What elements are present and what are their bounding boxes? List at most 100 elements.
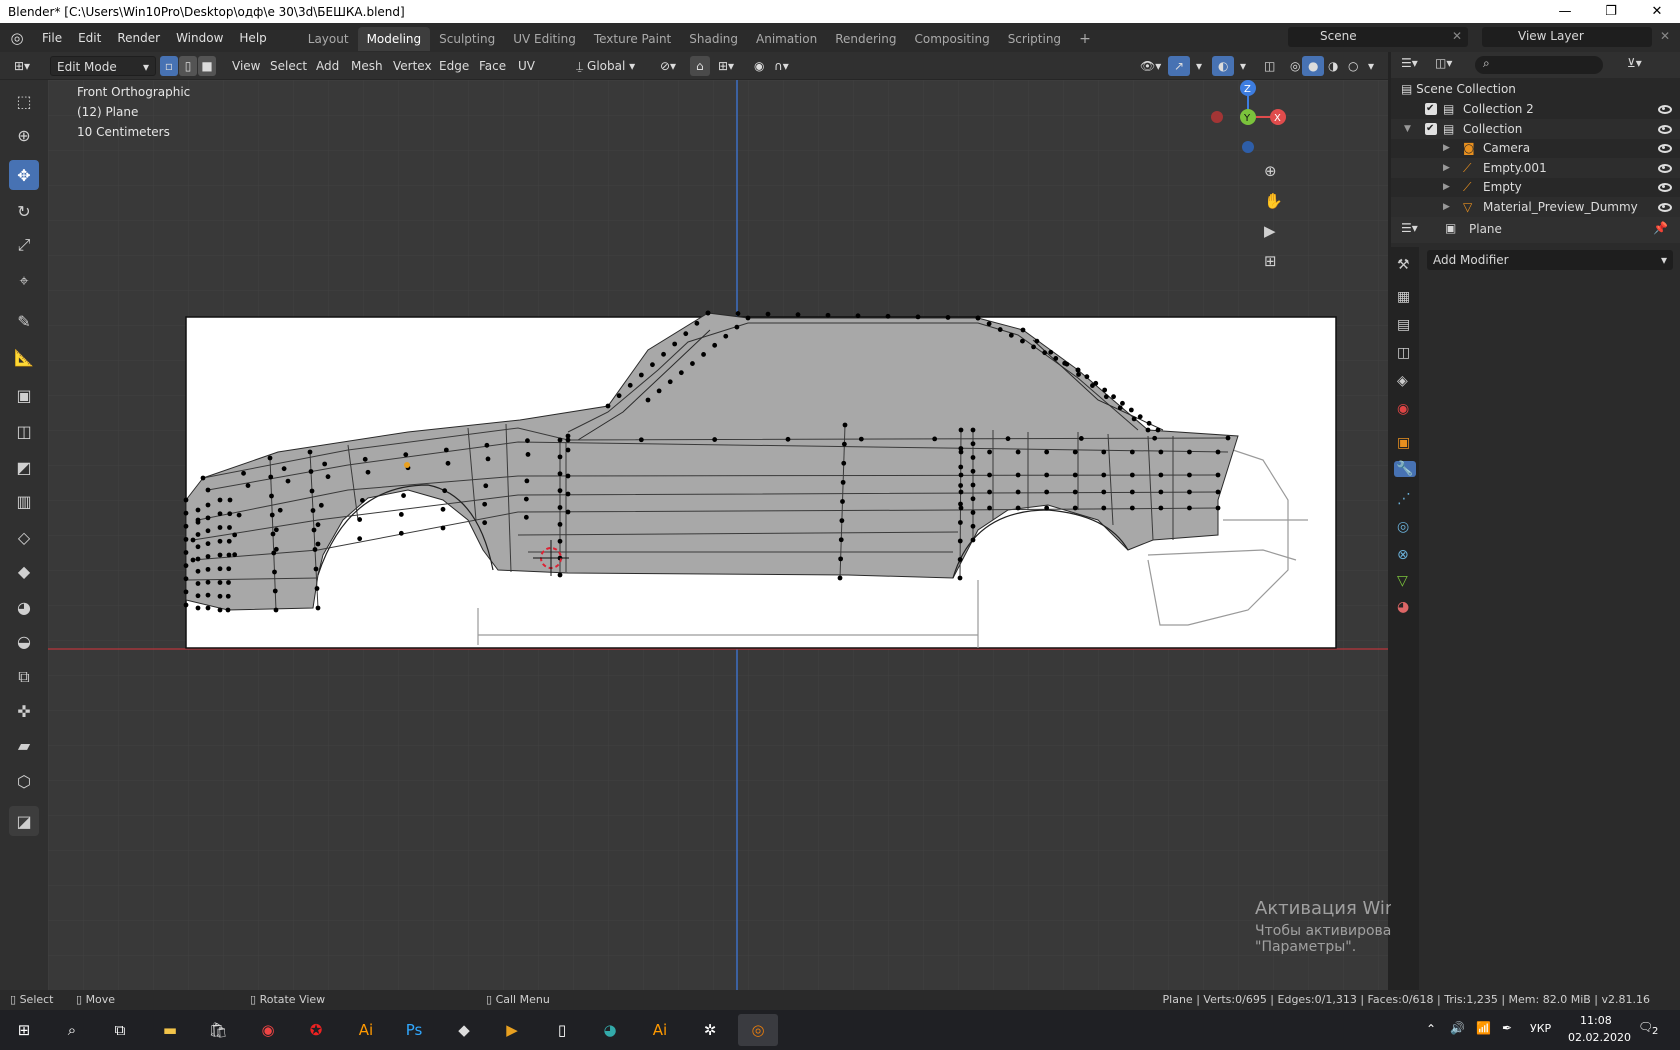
- vertex[interactable]: [268, 474, 274, 480]
- menu-help[interactable]: Help: [231, 27, 274, 49]
- vertex[interactable]: [1044, 449, 1050, 455]
- vertex[interactable]: [315, 605, 321, 611]
- vertex[interactable]: [445, 460, 451, 466]
- pan-hand-icon[interactable]: ✋: [1264, 192, 1283, 210]
- vertex[interactable]: [1008, 332, 1014, 338]
- vertex[interactable]: [485, 456, 491, 462]
- vertex[interactable]: [440, 525, 446, 531]
- vertex[interactable]: [205, 605, 211, 611]
- vertex[interactable]: [309, 488, 315, 494]
- vertex[interactable]: [318, 502, 324, 508]
- header-menu-edge[interactable]: Edge: [433, 56, 475, 76]
- vertex[interactable]: [195, 556, 201, 562]
- vertex[interactable]: [712, 437, 718, 442]
- vertex[interactable]: [1131, 416, 1137, 422]
- vertex[interactable]: [183, 589, 189, 595]
- outliner-row-root[interactable]: ▤ Scene Collection: [1401, 79, 1516, 99]
- vertex[interactable]: [1044, 472, 1050, 478]
- vertex[interactable]: [970, 482, 976, 488]
- orientation-dropdown[interactable]: ⍊ Global ▾: [570, 56, 646, 76]
- header-menu-view[interactable]: View: [226, 56, 266, 76]
- vertex[interactable]: [1146, 420, 1152, 426]
- vertex[interactable]: [1129, 489, 1135, 495]
- photoshop-icon[interactable]: Ps: [394, 1014, 434, 1046]
- vertex[interactable]: [195, 544, 201, 550]
- vertex[interactable]: [312, 547, 318, 552]
- vertex[interactable]: [525, 452, 531, 457]
- vertex[interactable]: [839, 518, 845, 524]
- vertex[interactable]: [482, 501, 488, 507]
- vertex[interactable]: [765, 311, 771, 317]
- file-explorer-icon[interactable]: ▬: [150, 1014, 190, 1046]
- vertex[interactable]: [183, 497, 189, 503]
- vertex[interactable]: [701, 352, 706, 357]
- menu-file[interactable]: File: [34, 27, 70, 49]
- shrink-fatten-tool-icon[interactable]: ✜: [9, 696, 39, 726]
- vertex[interactable]: [195, 581, 201, 586]
- vertex[interactable]: [1015, 489, 1021, 495]
- vertex[interactable]: [1062, 360, 1068, 366]
- vertex[interactable]: [1015, 505, 1021, 511]
- illustrator-2-icon[interactable]: Ai: [640, 1014, 680, 1046]
- vertex[interactable]: [1101, 505, 1107, 511]
- vertex[interactable]: [217, 566, 223, 572]
- view-layer-close-icon[interactable]: ✕: [1660, 29, 1670, 43]
- tab-animation[interactable]: Animation: [747, 27, 826, 51]
- gizmo-dropdown-icon[interactable]: ▾: [1190, 56, 1208, 76]
- vertex[interactable]: [1128, 407, 1134, 413]
- vertex[interactable]: [443, 447, 449, 453]
- header-menu-uv[interactable]: UV: [512, 56, 541, 76]
- vertex[interactable]: [357, 536, 363, 542]
- outliner-row[interactable]: ▶ ▽ Material_Preview_Dummy: [1391, 196, 1680, 217]
- vertex[interactable]: [557, 454, 563, 460]
- tab-shading[interactable]: Shading: [680, 27, 747, 51]
- vertex[interactable]: [1075, 367, 1081, 373]
- vertex[interactable]: [840, 499, 845, 504]
- vertex[interactable]: [1044, 489, 1050, 495]
- vertex[interactable]: [945, 315, 951, 320]
- material-tab-icon[interactable]: ◕: [1397, 599, 1409, 615]
- vertex[interactable]: [277, 507, 283, 513]
- pen-icon[interactable]: ✒: [1502, 1021, 1512, 1035]
- header-menu-vertex[interactable]: Vertex: [387, 56, 438, 76]
- vertex[interactable]: [313, 566, 319, 572]
- vertex[interactable]: [1053, 356, 1059, 361]
- vertex[interactable]: [557, 437, 563, 443]
- vertex[interactable]: [315, 522, 321, 528]
- outliner-row[interactable]: ▤ Collection 2: [1391, 99, 1680, 119]
- notifications-icon[interactable]: 🗨: [1638, 1020, 1653, 1034]
- vertex[interactable]: [271, 550, 277, 556]
- vertex[interactable]: [226, 538, 232, 544]
- vertex[interactable]: [958, 489, 964, 495]
- world-tab-icon[interactable]: ◉: [1397, 401, 1409, 417]
- header-menu-face[interactable]: Face: [473, 56, 512, 76]
- gizmo-neg-z-icon[interactable]: [1242, 141, 1254, 153]
- blender-logo-icon[interactable]: ◎: [0, 29, 34, 47]
- eye-icon[interactable]: [1658, 202, 1672, 212]
- vertex[interactable]: [226, 566, 232, 572]
- vertex[interactable]: [735, 311, 741, 316]
- vertex[interactable]: [970, 510, 976, 515]
- camera-view-icon[interactable]: ▶: [1264, 222, 1276, 240]
- vertex[interactable]: [616, 393, 622, 399]
- vertex[interactable]: [195, 532, 201, 537]
- vertex[interactable]: [217, 525, 223, 530]
- zoom-icon[interactable]: ⊕: [1264, 162, 1277, 180]
- vertex[interactable]: [195, 507, 201, 513]
- tab-modeling[interactable]: Modeling: [357, 27, 431, 51]
- vertex[interactable]: [190, 557, 196, 563]
- vertex[interactable]: [565, 447, 571, 453]
- vertex[interactable]: [270, 531, 276, 537]
- vertex[interactable]: [525, 438, 530, 444]
- vertex[interactable]: [1117, 405, 1123, 411]
- modifier-tab-icon[interactable]: 🔧: [1394, 461, 1416, 477]
- falloff-icon[interactable]: ∩▾: [768, 56, 795, 76]
- vertex[interactable]: [661, 351, 666, 357]
- vertex[interactable]: [987, 449, 992, 455]
- edge-slide-tool-icon[interactable]: ⧉: [9, 662, 39, 692]
- media-player-icon[interactable]: ▶: [492, 1014, 532, 1046]
- vertex[interactable]: [523, 496, 529, 502]
- vertex[interactable]: [958, 472, 964, 478]
- vertex[interactable]: [694, 320, 700, 326]
- tab-scripting[interactable]: Scripting: [999, 27, 1070, 51]
